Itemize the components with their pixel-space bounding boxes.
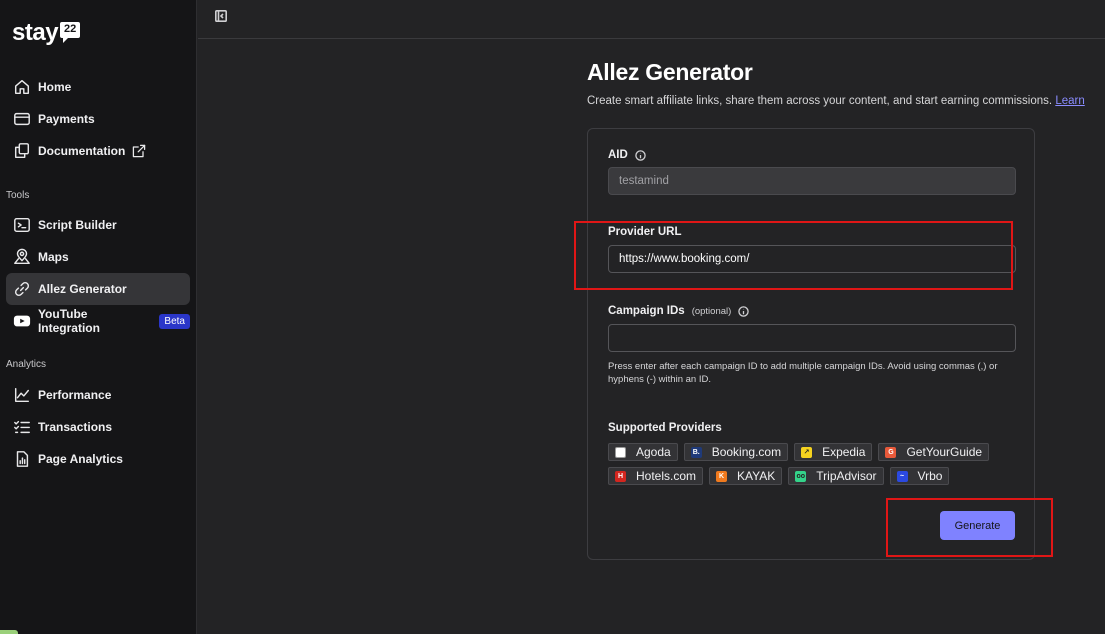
checklist-icon [12,417,32,437]
sidebar-item-label: Payments [38,112,95,126]
campaign-ids-label: Campaign IDs (optional) [608,305,750,317]
aid-input: testamind [608,167,1016,195]
provider-chip: ~ Vrbo [889,467,950,485]
sidebar-item-page-analytics[interactable]: Page Analytics [6,443,190,475]
provider-name: Agoda [636,445,671,459]
provider-name: Expedia [822,445,866,459]
logo-badge: 22 [60,22,81,43]
provider-logo-icon: B. [690,446,702,458]
sidebar-item-youtube-integration[interactable]: YouTube Integration Beta [6,305,190,337]
learn-more-link[interactable]: Learn [1055,95,1084,107]
subtitle-text: Create smart affiliate links, share them… [587,95,1053,107]
collapse-sidebar-button[interactable] [215,9,229,23]
provider-logo-icon: K [716,470,728,482]
section-label-analytics: Analytics [6,359,47,370]
optional-tag: (optional) [691,305,732,317]
sidebar: stay 22 Home Payments Documentation Tool… [0,0,197,634]
card-icon [12,109,32,129]
sidebar-item-label: Performance [38,388,112,402]
provider-chip: oo TripAdvisor [788,467,884,485]
provider-name: TripAdvisor [816,469,877,483]
generator-form-card: AID testamind Provider URL https://www.b… [587,128,1035,560]
providers-row: Agoda B. Booking.com ↗ Expedia G GetYourGuide [608,443,1018,461]
highlight-generate-button [886,498,1053,557]
sidebar-item-home[interactable]: Home [6,71,190,103]
provider-logo-icon: oo [795,470,807,482]
supported-providers-label-text: Supported Providers [608,422,722,434]
aid-label: AID [608,149,646,161]
sidebar-item-payments[interactable]: Payments [6,103,190,135]
sidebar-toggle-icon [215,9,227,26]
campaign-ids-label-text: Campaign IDs [608,305,685,317]
sidebar-item-script-builder[interactable]: Script Builder [6,209,190,241]
sidebar-item-allez-generator[interactable]: Allez Generator [6,273,190,305]
sidebar-item-transactions[interactable]: Transactions [6,411,190,443]
page-title: Allez Generator [587,59,753,85]
sidebar-item-label: Transactions [38,420,113,434]
provider-chip: B. Booking.com [683,443,789,461]
status-indicator [0,630,18,634]
highlight-provider-url [574,221,1013,290]
sidebar-item-label: Page Analytics [38,452,123,466]
sidebar-item-label: Documentation [38,144,126,158]
link-icon [12,279,32,299]
campaign-ids-input[interactable] [608,324,1016,352]
youtube-icon [12,311,32,331]
providers-row: H Hotels.com K KAYAK oo TripAdvisor ~ Vrbo [608,467,1018,485]
chart-line-icon [12,385,32,405]
sidebar-item-maps[interactable]: Maps [6,241,190,273]
provider-chip: K KAYAK [709,467,783,485]
provider-name: Booking.com [711,445,782,459]
provider-name: Vrbo [917,469,943,483]
logo-text: stay [12,19,59,46]
providers-list: Agoda B. Booking.com ↗ Expedia G GetYourGuide … [608,443,1018,491]
sidebar-item-label: Maps [38,250,69,264]
docs-icon [12,141,32,161]
map-pin-icon [12,247,32,267]
provider-chip: ↗ Expedia [794,443,873,461]
provider-logo-icon: ~ [896,470,908,482]
provider-name: GetYourGuide [906,445,983,459]
beta-badge: Beta [159,313,190,329]
top-bar [198,0,1105,39]
provider-chip: H Hotels.com [608,467,704,485]
aid-label-text: AID [608,149,628,161]
page-subtitle: Create smart affiliate links, share them… [587,95,1085,107]
campaign-ids-help: Press enter after each campaign ID to ad… [608,361,998,385]
section-label-tools: Tools [6,190,30,201]
provider-chip: G GetYourGuide [878,443,990,461]
provider-chip: Agoda [608,443,678,461]
logo[interactable]: stay 22 [12,19,81,50]
terminal-icon [12,215,32,235]
supported-providers-label: Supported Providers [608,422,722,434]
sidebar-item-label: Home [38,80,72,94]
report-icon [12,449,32,469]
info-icon[interactable] [738,305,750,317]
sidebar-item-label: Allez Generator [38,282,127,296]
sidebar-item-performance[interactable]: Performance [6,379,190,411]
sidebar-item-label: YouTube Integration [37,307,100,335]
provider-logo-icon [615,446,626,458]
external-link-icon [131,143,147,159]
sidebar-item-documentation[interactable]: Documentation [6,135,190,167]
sidebar-item-label: Script Builder [38,218,117,232]
provider-logo-icon: ↗ [801,446,813,458]
provider-name: KAYAK [737,469,776,483]
provider-name: Hotels.com [636,469,697,483]
info-icon[interactable] [635,149,646,161]
provider-logo-icon: G [885,446,897,458]
home-icon [12,77,32,97]
provider-logo-icon: H [615,470,626,482]
